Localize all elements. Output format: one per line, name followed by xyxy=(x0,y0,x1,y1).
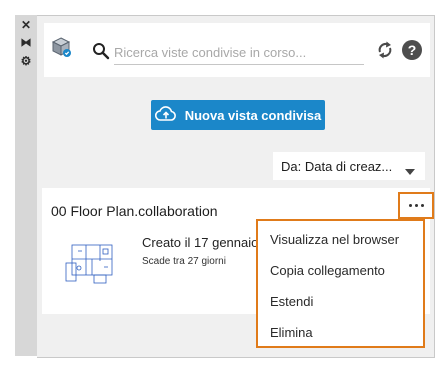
search-bar: ? xyxy=(44,23,430,77)
sort-dropdown[interactable]: Da: Data di creaz... xyxy=(273,152,425,180)
created-date: Creato il 17 gennaio xyxy=(142,235,259,250)
new-shared-view-label: Nuova vista condivisa xyxy=(184,107,322,123)
menu-item-extend[interactable]: Estendi xyxy=(258,286,423,317)
chevron-down-icon xyxy=(405,163,415,178)
floor-plan-thumbnail[interactable] xyxy=(64,241,120,292)
menu-item-delete[interactable]: Elimina xyxy=(258,317,423,348)
collapse-icon[interactable]: ⧓ xyxy=(15,37,37,49)
search-input[interactable] xyxy=(114,42,364,65)
context-menu: Visualizza nel browser Copia collegament… xyxy=(256,219,425,348)
shared-view-title: 00 Floor Plan.collaboration xyxy=(51,203,218,219)
sort-selected-value: Da: Data di creaz... xyxy=(281,158,393,174)
refresh-icon[interactable] xyxy=(375,40,395,65)
help-icon[interactable]: ? xyxy=(401,39,423,66)
expiry-note: Scade tra 27 giorni xyxy=(142,256,226,267)
shared-views-logo-icon xyxy=(50,36,72,63)
close-icon[interactable]: ✕ xyxy=(15,19,37,31)
menu-item-copy-link[interactable]: Copia collegamento xyxy=(258,255,423,286)
menu-item-view-in-browser[interactable]: Visualizza nel browser xyxy=(258,224,423,255)
cloud-upload-icon xyxy=(154,105,177,125)
search-icon xyxy=(92,42,110,65)
svg-text:?: ? xyxy=(408,42,417,58)
palette-title-strip: ✕ ⧓ ⚙ xyxy=(15,15,38,356)
new-shared-view-button[interactable]: Nuova vista condivisa xyxy=(151,100,325,130)
more-icon[interactable] xyxy=(398,192,434,219)
settings-icon[interactable]: ⚙ xyxy=(15,55,37,67)
